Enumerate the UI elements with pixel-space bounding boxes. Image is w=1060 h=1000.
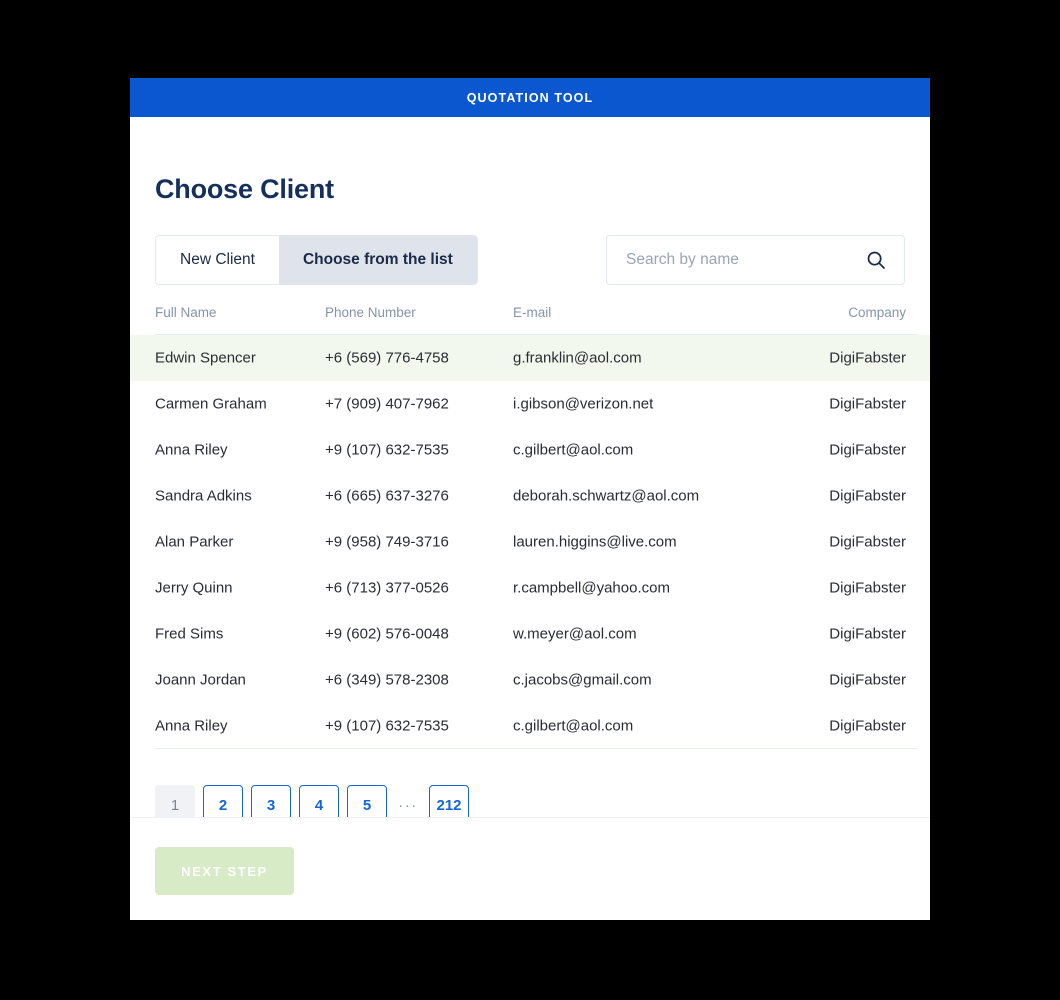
table-row-inner: Carmen Graham +7 (909) 407-7962 i.gibson@v… <box>155 381 918 427</box>
cell-company: DigiFabster <box>829 671 906 689</box>
cell-full-name: Fred Sims <box>155 625 224 643</box>
cell-company: DigiFabster <box>829 533 906 551</box>
cell-email: deborah.schwartz@aol.com <box>513 487 700 505</box>
clients-table: Full Name Phone Number E-mail Company Ed… <box>130 305 930 749</box>
pagination-page-3[interactable]: 3 <box>251 785 291 817</box>
cell-phone-number: +9 (107) 632-7535 <box>325 441 449 459</box>
cell-email: i.gibson@verizon.net <box>513 395 654 413</box>
table-row-inner: Anna Riley +9 (107) 632-7535 c.gilbert@aol… <box>155 427 918 473</box>
table-row[interactable]: Jerry Quinn +6 (713) 377-0526 r.campbell@y… <box>130 565 930 611</box>
next-step-button[interactable]: NEXT STEP <box>155 847 294 895</box>
pagination-page-5[interactable]: 5 <box>347 785 387 817</box>
column-header-phone-number: Phone Number <box>325 305 416 320</box>
table-body: Edwin Spencer +6 (569) 776-4758 g.franklin… <box>130 335 930 749</box>
table-row-inner: Edwin Spencer +6 (569) 776-4758 g.franklin… <box>155 335 918 381</box>
table-row[interactable]: Edwin Spencer +6 (569) 776-4758 g.franklin… <box>130 335 930 381</box>
cell-email: w.meyer@aol.com <box>513 625 637 643</box>
cell-email: lauren.higgins@live.com <box>513 533 677 551</box>
pagination-page-2[interactable]: 2 <box>203 785 243 817</box>
cell-email: c.gilbert@aol.com <box>513 441 634 459</box>
cell-full-name: Alan Parker <box>155 533 234 551</box>
table-row[interactable]: Sandra Adkins +6 (665) 637-3276 deborah.sc… <box>130 473 930 519</box>
table-row-inner: Anna Riley +9 (107) 632-7535 c.gilbert@aol… <box>155 703 918 749</box>
table-row-inner: Jerry Quinn +6 (713) 377-0526 r.campbell@y… <box>155 565 918 611</box>
column-header-company: Company <box>848 305 906 320</box>
cell-company: DigiFabster <box>829 579 906 597</box>
pagination-page-1[interactable]: 1 <box>155 785 195 817</box>
cell-full-name: Anna Riley <box>155 717 228 734</box>
cell-phone-number: +6 (665) 637-3276 <box>325 487 449 505</box>
search-box[interactable] <box>606 235 905 285</box>
cell-phone-number: +7 (909) 407-7962 <box>325 395 449 413</box>
tab-new-client[interactable]: New Client <box>156 236 279 284</box>
cell-full-name: Sandra Adkins <box>155 487 252 505</box>
table-row[interactable]: Alan Parker +9 (958) 749-3716 lauren.higgi… <box>130 519 930 565</box>
cell-phone-number: +9 (107) 632-7535 <box>325 717 449 734</box>
quotation-tool-window: QUOTATION TOOL Choose Client New Client … <box>130 78 930 920</box>
pagination-last-page[interactable]: 212 <box>429 785 469 817</box>
search-icon[interactable] <box>866 250 886 270</box>
cell-company: DigiFabster <box>829 717 906 734</box>
window-titlebar: QUOTATION TOOL <box>130 78 930 117</box>
pagination: 1 2 3 4 5 ··· 212 <box>155 785 469 817</box>
cell-full-name: Carmen Graham <box>155 395 267 413</box>
search-input[interactable] <box>626 251 866 269</box>
cell-email: g.franklin@aol.com <box>513 349 642 367</box>
cell-full-name: Jerry Quinn <box>155 579 233 597</box>
table-row[interactable]: Anna Riley +9 (107) 632-7535 c.gilbert@aol… <box>130 427 930 473</box>
cell-full-name: Anna Riley <box>155 441 228 459</box>
cell-company: DigiFabster <box>829 349 906 367</box>
cell-full-name: Edwin Spencer <box>155 349 256 367</box>
cell-company: DigiFabster <box>829 625 906 643</box>
table-row[interactable]: Anna Riley +9 (107) 632-7535 c.gilbert@aol… <box>130 703 930 749</box>
cell-email: c.gilbert@aol.com <box>513 717 634 734</box>
cell-company: DigiFabster <box>829 395 906 413</box>
pagination-ellipsis: ··· <box>398 796 418 814</box>
pagination-page-4[interactable]: 4 <box>299 785 339 817</box>
column-header-full-name: Full Name <box>155 305 217 320</box>
column-header-email: E-mail <box>513 305 552 320</box>
cell-phone-number: +9 (602) 576-0048 <box>325 625 449 643</box>
tab-choose-from-list[interactable]: Choose from the list <box>278 236 477 284</box>
table-row-inner: Alan Parker +9 (958) 749-3716 lauren.higgi… <box>155 519 918 565</box>
client-mode-tabs: New Client Choose from the list <box>155 235 478 285</box>
cell-phone-number: +9 (958) 749-3716 <box>325 533 449 551</box>
cell-email: r.campbell@yahoo.com <box>513 579 670 597</box>
cell-company: DigiFabster <box>829 441 906 459</box>
table-row-inner: Sandra Adkins +6 (665) 637-3276 deborah.sc… <box>155 473 918 519</box>
cell-phone-number: +6 (713) 377-0526 <box>325 579 449 597</box>
table-row[interactable]: Fred Sims +9 (602) 576-0048 w.meyer@aol.co… <box>130 611 930 657</box>
window-title: QUOTATION TOOL <box>466 90 594 105</box>
table-row-inner: Fred Sims +9 (602) 576-0048 w.meyer@aol.co… <box>155 611 918 657</box>
table-header-row: Full Name Phone Number E-mail Company <box>155 305 918 335</box>
table-row-inner: Joann Jordan +6 (349) 578-2308 c.jacobs@gm… <box>155 657 918 703</box>
cell-phone-number: +6 (569) 776-4758 <box>325 349 449 367</box>
cell-phone-number: +6 (349) 578-2308 <box>325 671 449 689</box>
cell-email: c.jacobs@gmail.com <box>513 671 652 689</box>
footer-bar: NEXT STEP <box>130 817 930 920</box>
cell-company: DigiFabster <box>829 487 906 505</box>
page-title: Choose Client <box>155 174 334 204</box>
table-row[interactable]: Joann Jordan +6 (349) 578-2308 c.jacobs@gm… <box>130 657 930 703</box>
main-content: Choose Client New Client Choose from the… <box>130 117 930 817</box>
table-row[interactable]: Carmen Graham +7 (909) 407-7962 i.gibson@v… <box>130 381 930 427</box>
cell-full-name: Joann Jordan <box>155 671 246 689</box>
